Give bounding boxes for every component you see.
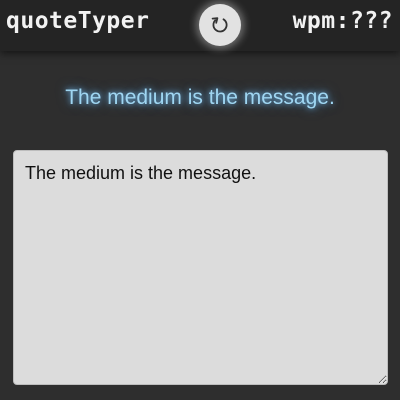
typing-input[interactable]: The medium is the message.	[13, 150, 388, 385]
wpm-counter: wpm:???	[292, 8, 393, 34]
quote-text: The medium is the message.	[65, 86, 335, 109]
app-header: quoteTyper wpm:???	[0, 0, 400, 51]
reload-icon	[211, 17, 228, 33]
reload-button[interactable]	[199, 4, 241, 46]
app-title: quoteTyper	[6, 8, 150, 34]
